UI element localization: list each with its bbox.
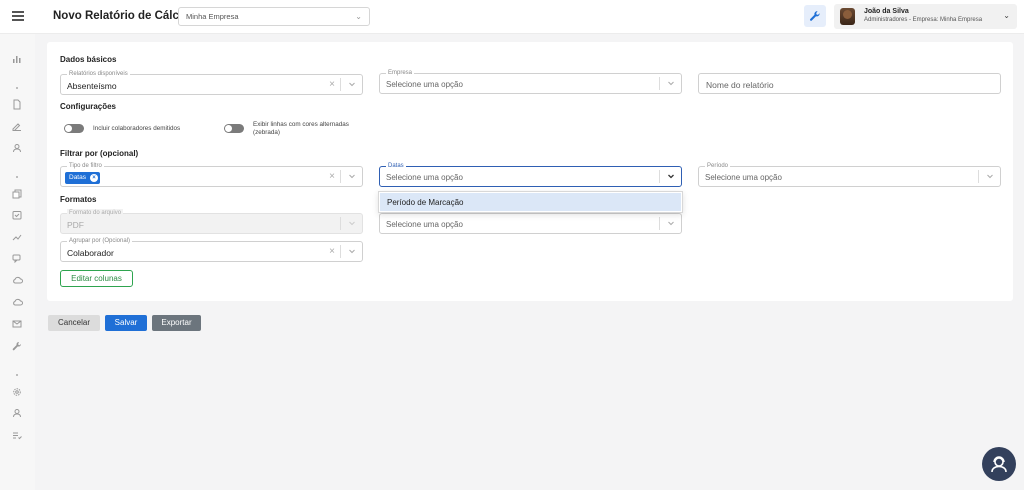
clock-icon[interactable] [10, 210, 24, 224]
divider [340, 78, 341, 91]
file-format-value: PDF [67, 220, 84, 230]
chevron-down-icon[interactable] [667, 219, 675, 227]
company-select-value: Minha Empresa [186, 12, 239, 21]
divider [340, 245, 341, 258]
toggle-include-dismissed[interactable] [64, 124, 84, 133]
report-name-placeholder: Nome do relatório [706, 80, 774, 90]
gear-icon[interactable] [10, 387, 24, 401]
company-select[interactable]: Minha Empresa ⌄ [178, 7, 370, 26]
user-icon[interactable] [10, 143, 24, 157]
period-select[interactable]: Período Selecione uma opção [698, 162, 1001, 187]
edit-columns-button[interactable]: Editar colunas [60, 270, 133, 287]
clear-icon[interactable]: × [329, 79, 335, 90]
separator-dot [16, 176, 18, 178]
group-by-label: Agrupar por (Opcional) [67, 237, 133, 245]
divider [659, 170, 660, 183]
filter-type-select[interactable]: Tipo de filtro Datas × × [60, 162, 363, 187]
report-name-input[interactable]: Nome do relatório [698, 73, 1001, 94]
section-filter: Filtrar por (opcional) [60, 149, 139, 158]
period-placeholder: Selecione uma opção [705, 173, 782, 182]
company-field-placeholder: Selecione uma opção [386, 80, 463, 89]
chevron-down-icon[interactable] [348, 247, 356, 255]
export-button[interactable]: Exportar [152, 315, 201, 331]
dashboard-icon[interactable] [10, 54, 24, 68]
divider [659, 77, 660, 90]
group-by-select[interactable]: Agrupar por (Opcional) Colaborador × [60, 237, 363, 262]
dates-dropdown-menu: Período de Marcação [378, 191, 683, 213]
save-button[interactable]: Salvar [105, 315, 147, 331]
separator-dot [16, 374, 18, 376]
tools-button[interactable] [804, 5, 826, 27]
chevron-down-icon: ⌄ [355, 12, 362, 21]
user-menu[interactable]: João da Silva Administradores - Empresa:… [834, 4, 1017, 29]
chevron-down-icon[interactable] [667, 172, 675, 180]
second-format-select[interactable]: Selecione uma opção [379, 213, 682, 234]
chevron-down-icon[interactable] [348, 172, 356, 180]
user-role: Administradores - Empresa: Minha Empresa [864, 17, 983, 23]
period-label: Período [705, 162, 731, 170]
clear-icon[interactable]: × [329, 246, 335, 257]
chevron-down-icon[interactable] [986, 172, 994, 180]
filter-type-label: Tipo de filtro [67, 162, 104, 170]
chevron-down-icon [348, 219, 356, 227]
toggle-zebra-rows-label: Exibir linhas com cores alternadas (zebr… [253, 121, 349, 137]
section-settings: Configurações [60, 102, 117, 111]
second-format-placeholder: Selecione uma opção [386, 220, 463, 229]
divider [978, 170, 979, 183]
dates-placeholder: Selecione uma opção [386, 173, 463, 182]
wrench-icon[interactable] [10, 341, 24, 355]
support-button[interactable] [982, 447, 1016, 481]
section-basic-data: Dados básicos [60, 55, 117, 64]
section-formats: Formatos [60, 195, 97, 204]
chat-icon[interactable] [10, 253, 24, 267]
user-name: João da Silva [864, 8, 909, 15]
dropdown-option-label: Período de Marcação [387, 198, 464, 207]
avatar [840, 8, 855, 25]
dates-select[interactable]: Datas Selecione uma opção [379, 162, 682, 187]
mail-icon[interactable] [10, 319, 24, 333]
copy-icon[interactable] [10, 189, 24, 203]
cancel-button[interactable]: Cancelar [48, 315, 100, 331]
toggle-include-dismissed-label: Incluir colaboradores demitidos [93, 125, 181, 132]
separator-dot [16, 87, 18, 89]
filter-chip[interactable]: Datas × [65, 172, 100, 184]
chevron-down-icon[interactable] [667, 79, 675, 87]
available-reports-select[interactable]: Relatórios disponíveis Absenteísmo × [60, 70, 363, 95]
dates-label: Datas [386, 162, 406, 170]
cloud-upload-icon[interactable] [10, 297, 24, 311]
menu-icon[interactable] [12, 11, 24, 21]
available-reports-label: Relatórios disponíveis [67, 70, 130, 78]
wrench-icon [809, 11, 820, 21]
file-format-label: Formato do arquivo [67, 209, 124, 217]
sidebar [0, 34, 35, 490]
list-check-icon[interactable] [10, 430, 24, 444]
divider [659, 217, 660, 230]
toggle-zebra-label-line1: Exibir linhas com cores alternadas [253, 121, 349, 128]
divider [340, 170, 341, 183]
top-bar: Novo Relatório de Cálculos Minha Empresa… [0, 0, 1024, 34]
dropdown-option[interactable]: Período de Marcação [380, 193, 681, 211]
company-field-label: Empresa [386, 69, 415, 77]
cloud-icon[interactable] [10, 275, 24, 289]
available-reports-value: Absenteísmo [67, 81, 117, 91]
trend-icon[interactable] [10, 232, 24, 246]
toggle-zebra-label-line2: (zebrada) [253, 129, 280, 136]
user-icon[interactable] [10, 408, 24, 422]
filter-chip-label: Datas [69, 174, 86, 181]
group-by-value: Colaborador [67, 248, 114, 258]
toggle-zebra-rows[interactable] [224, 124, 244, 133]
document-icon[interactable] [10, 99, 24, 113]
support-agent-icon [991, 456, 1007, 473]
clear-icon[interactable]: × [329, 171, 335, 182]
divider [340, 217, 341, 230]
company-field-select[interactable]: Empresa Selecione uma opção [379, 69, 682, 94]
edit-icon[interactable] [10, 121, 24, 135]
file-format-select: Formato do arquivo PDF [60, 209, 363, 234]
chip-remove-icon[interactable]: × [89, 174, 98, 182]
chevron-down-icon: ⌄ [1003, 11, 1010, 20]
chevron-down-icon[interactable] [348, 80, 356, 88]
